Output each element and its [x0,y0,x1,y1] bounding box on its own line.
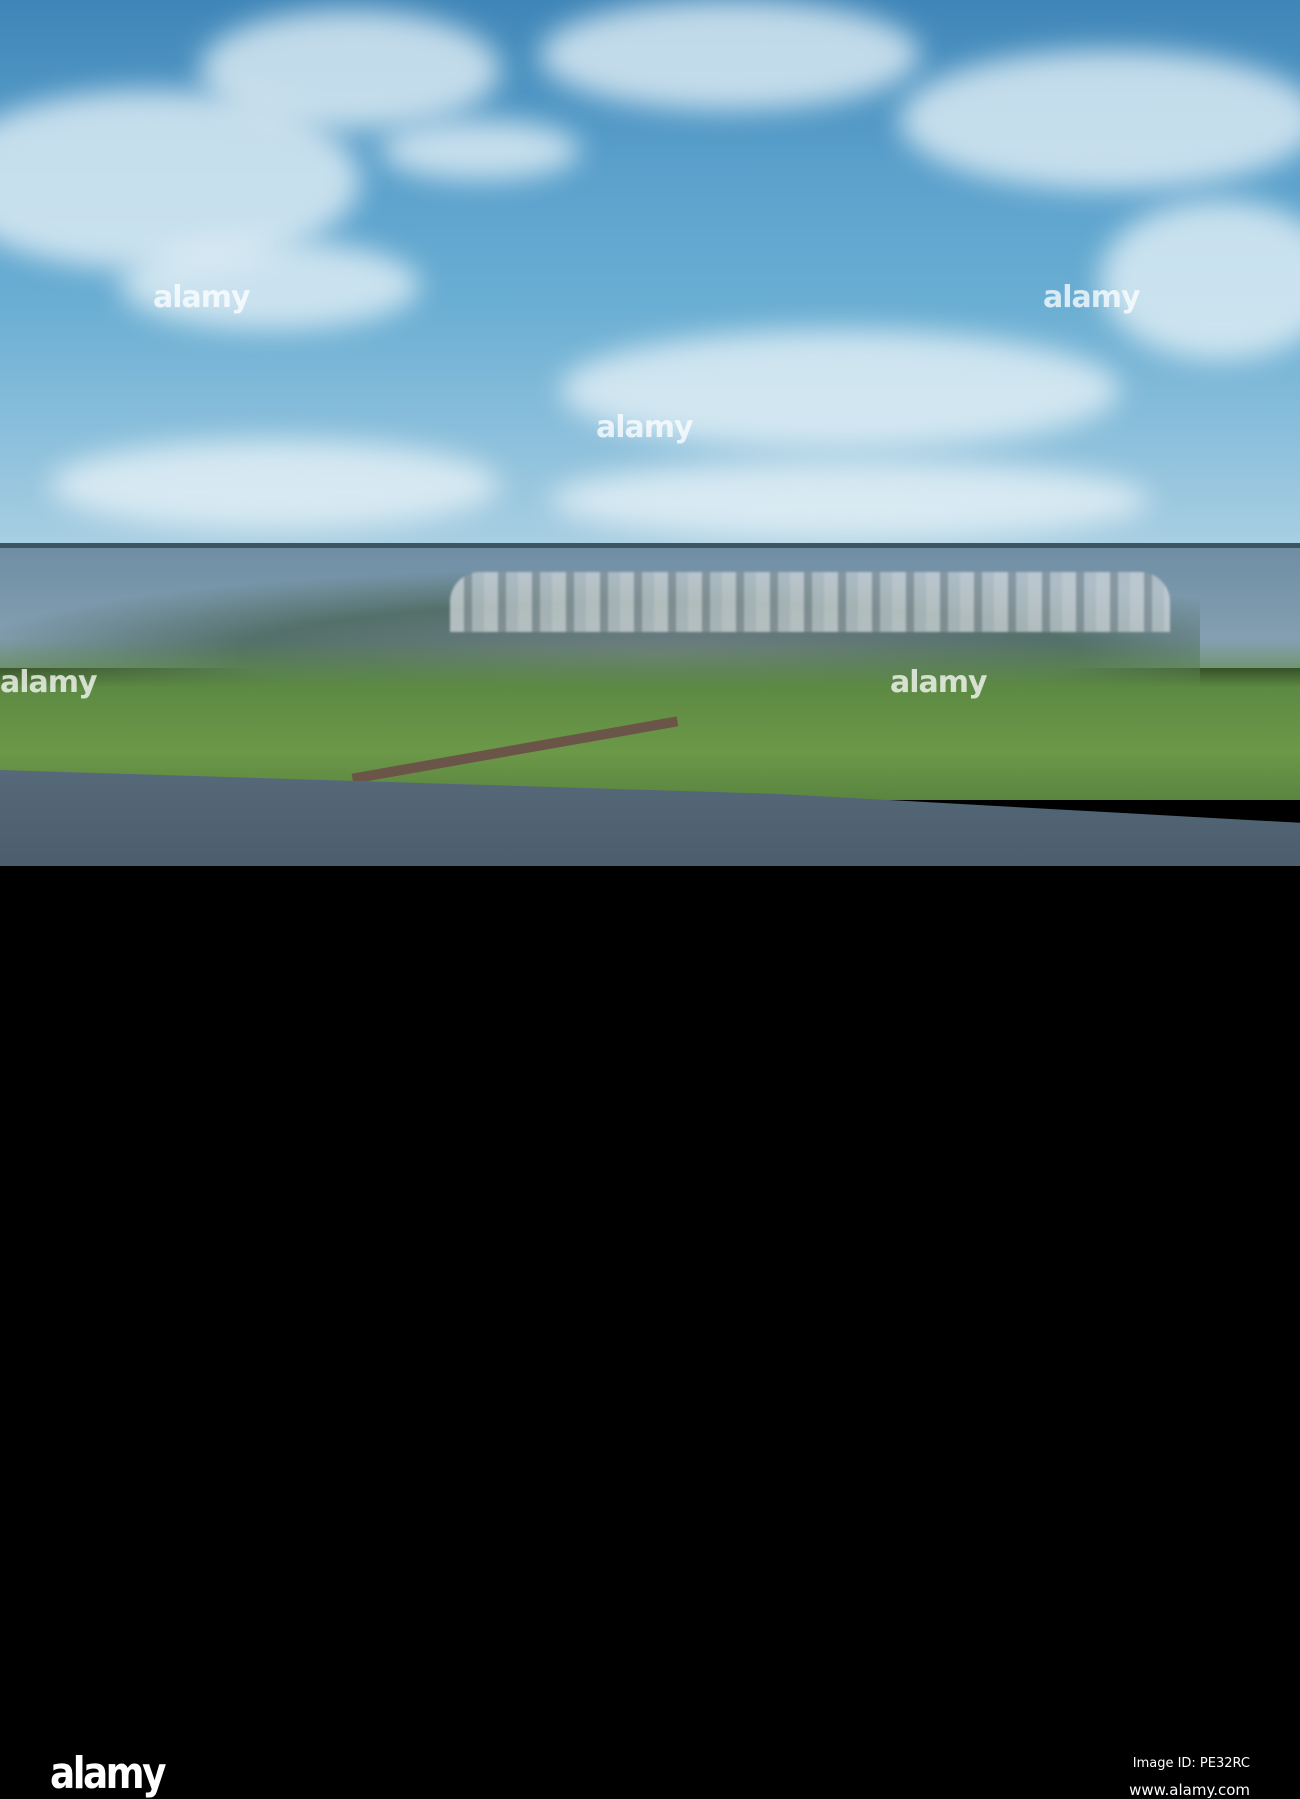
alamy-logo: alamy [50,1748,166,1799]
houses [450,572,1170,632]
site-url[interactable]: www.alamy.com [1129,1781,1250,1799]
watermark: alamy [890,665,988,700]
watermark: alamy [0,665,98,700]
watermark: alamy [153,280,251,315]
image-id: Image ID: PE32RC [1132,1756,1250,1771]
watermark: alamy [1043,280,1141,315]
sky [0,0,1300,548]
footer-bar: alamy Image ID: PE32RC www.alamy.com [0,866,1300,1799]
watermark: alamy [596,410,694,445]
stock-photo: alamy alamy alamy alamy alamy [0,0,1300,866]
